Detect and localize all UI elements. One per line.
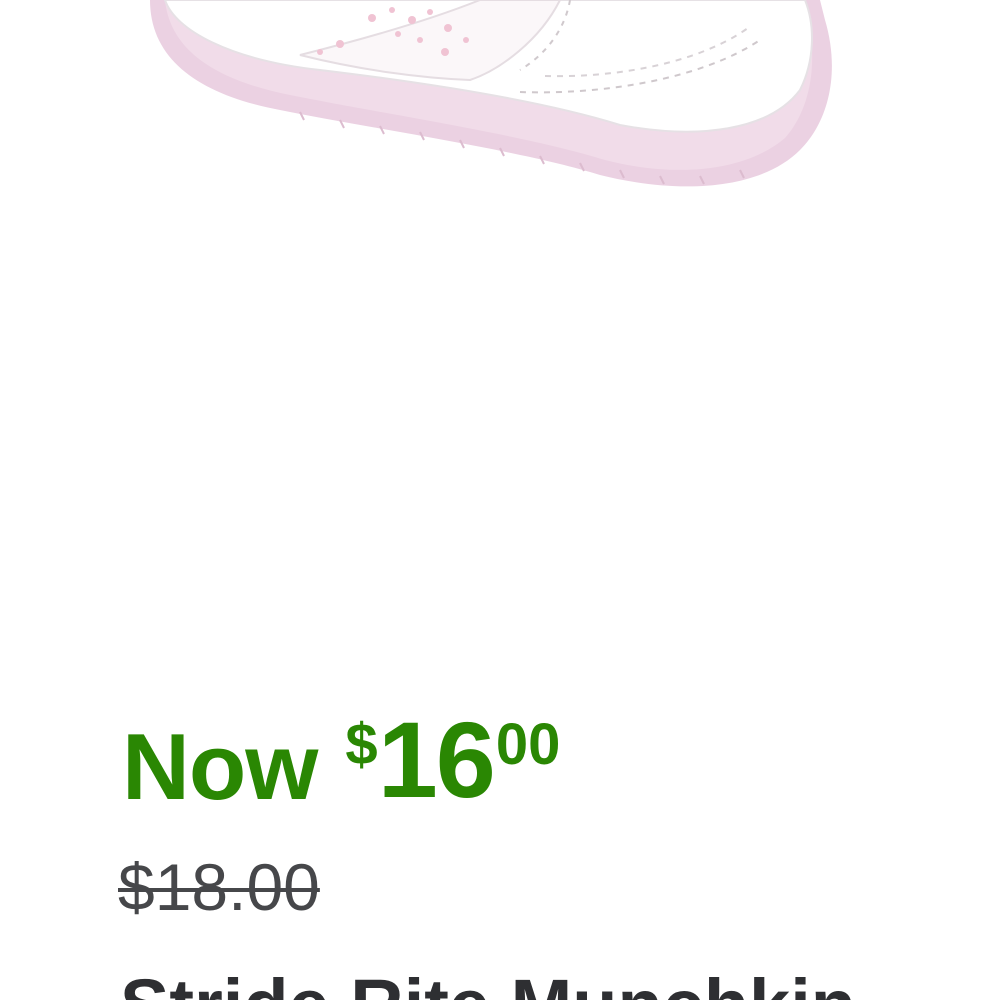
original-price: $18.00 bbox=[118, 850, 320, 924]
current-price: Now $ 16 00 bbox=[122, 700, 560, 820]
now-label: Now bbox=[122, 714, 318, 819]
product-title[interactable]: Stride Rite Munchkin bbox=[120, 966, 856, 1000]
product-image[interactable] bbox=[0, 0, 1000, 260]
price-amount: $ 16 00 bbox=[345, 700, 560, 814]
product-page: Now $ 16 00 $18.00 Stride Rite Munchkin bbox=[0, 0, 1000, 1000]
price-dollars: 16 bbox=[377, 699, 496, 820]
price-currency: $ bbox=[345, 712, 378, 777]
price-cents: 00 bbox=[495, 712, 561, 777]
